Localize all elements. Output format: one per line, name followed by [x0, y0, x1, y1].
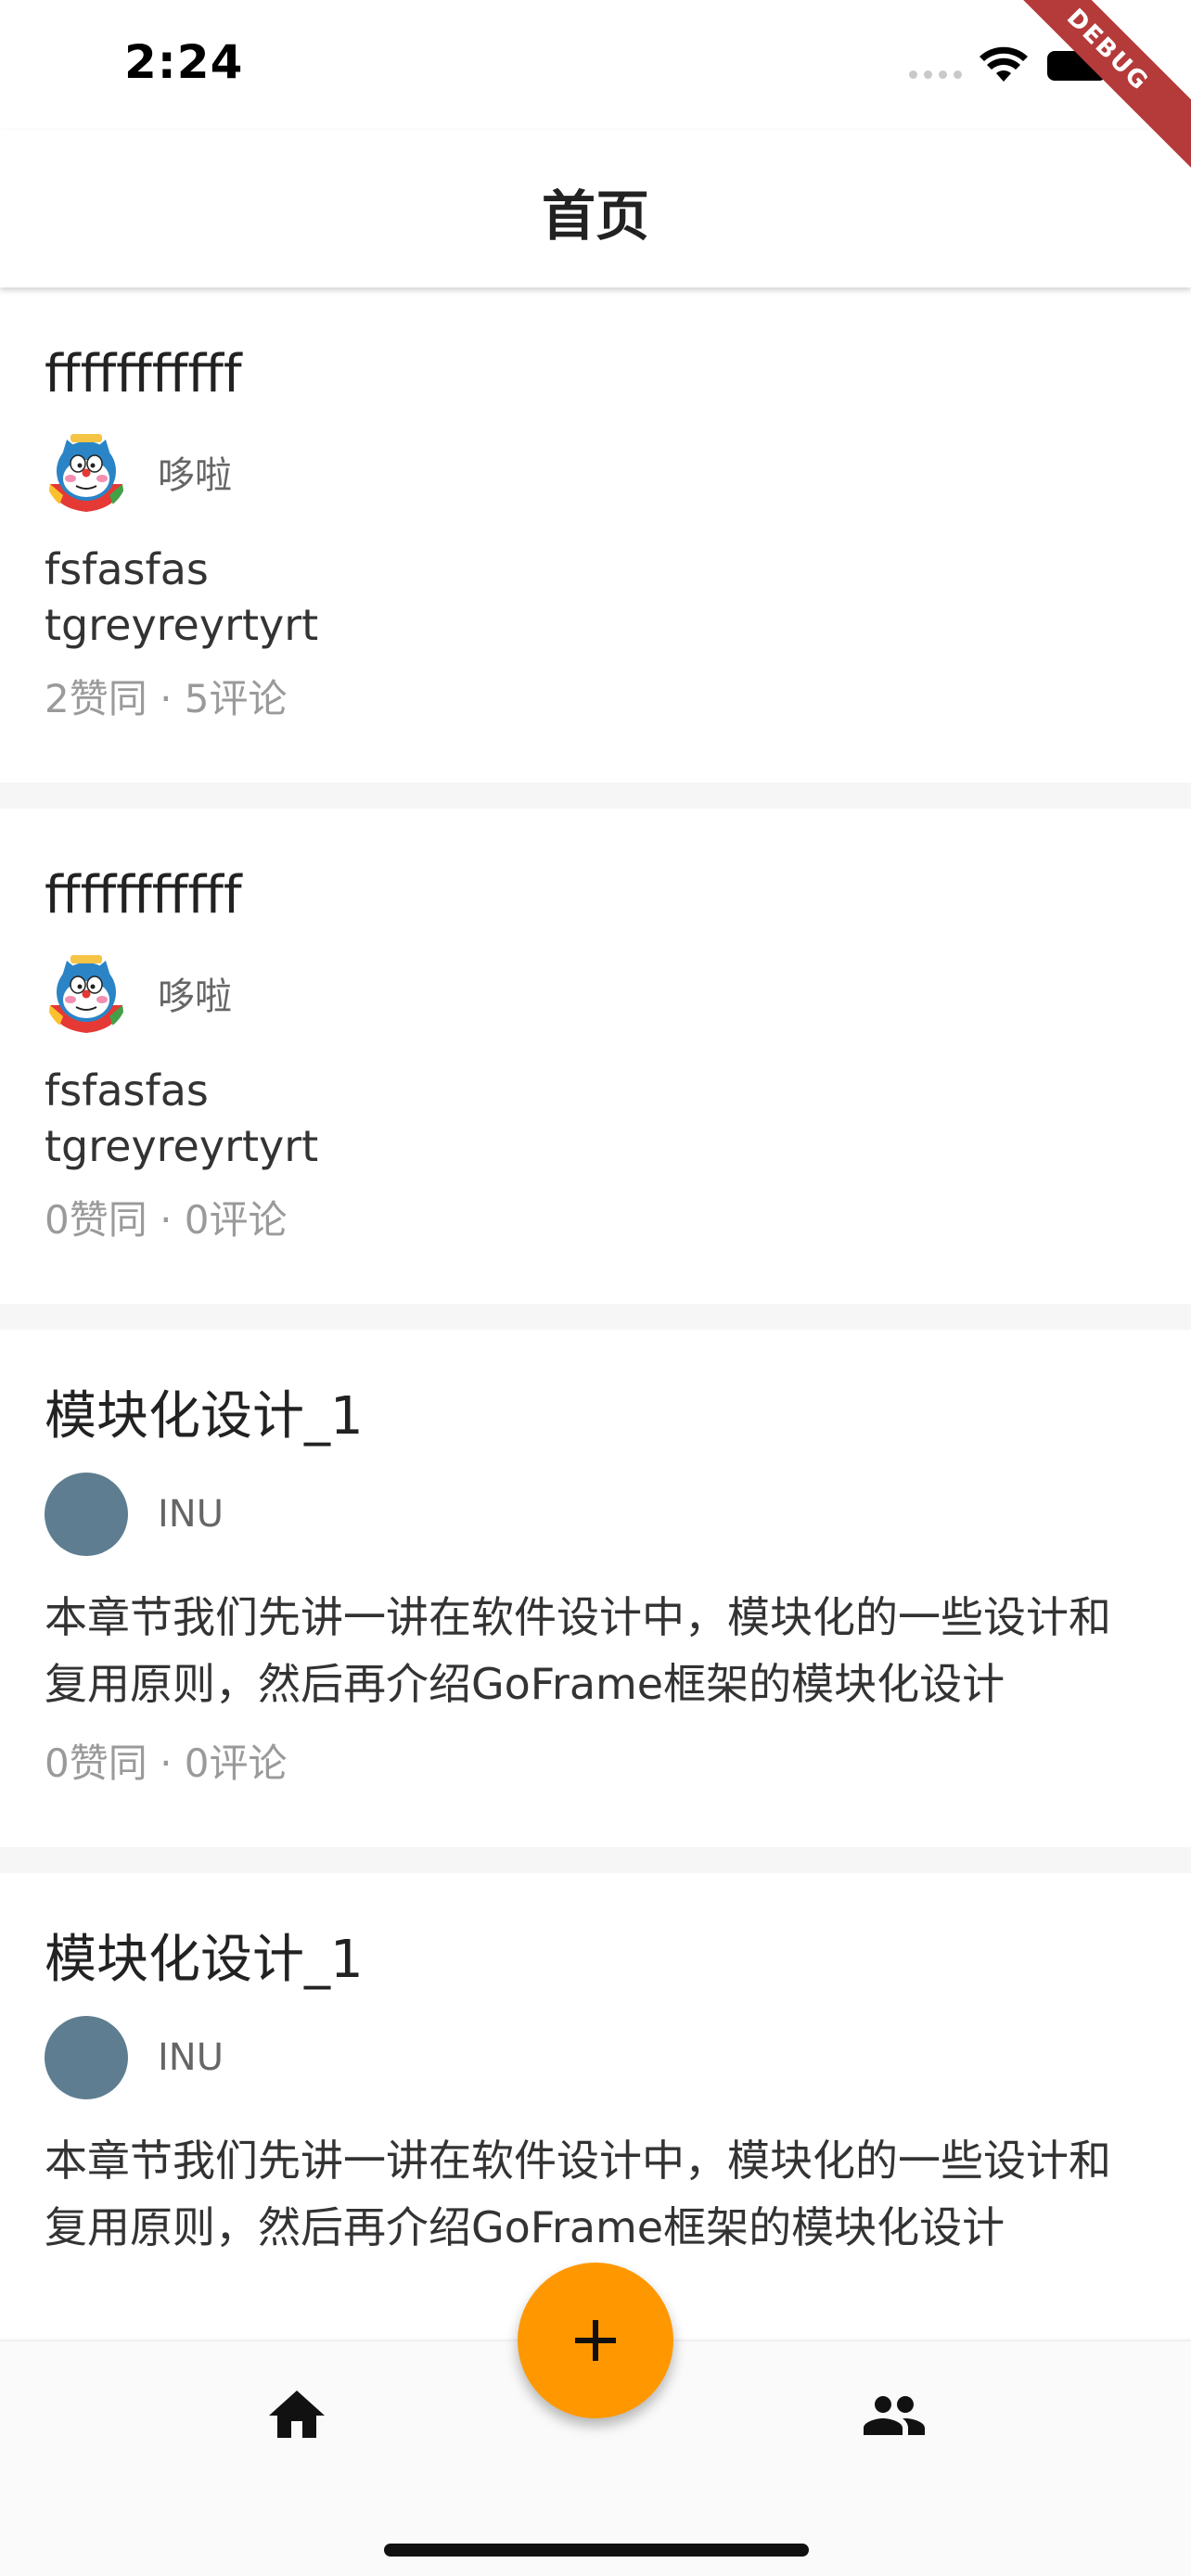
status-time: 2:24: [124, 35, 244, 89]
post-body: fsfasfas tgreyreyrtyrt: [45, 1063, 1146, 1174]
post-card[interactable]: fffffffffff: [0, 287, 1191, 783]
home-indicator: [384, 2544, 809, 2557]
post-body-line: fsfasfas: [45, 1065, 209, 1116]
people-icon[interactable]: [857, 2382, 931, 2449]
author-row[interactable]: INU: [45, 2016, 1146, 2099]
plain-avatar: [45, 1473, 128, 1556]
post-body: 本章节我们先讲一讲在软件设计中，模块化的一些设计和复用原则，然后再介绍GoFra…: [45, 1592, 1111, 1709]
post-title: 模块化设计_1: [45, 1930, 364, 1990]
author-row[interactable]: 哆啦: [45, 951, 1146, 1035]
author-row[interactable]: INU: [45, 1473, 1146, 1556]
post-stats: 0赞同 · 0评论: [45, 1197, 288, 1243]
wifi-icon: [980, 46, 1028, 82]
post-stats: 0赞同 · 0评论: [45, 1741, 288, 1786]
post-body: 本章节我们先讲一讲在软件设计中，模块化的一些设计和复用原则，然后再介绍GoFra…: [45, 2136, 1111, 2252]
doraemon-avatar: [45, 951, 128, 1035]
post-body-line: tgreyreyrtyrt: [45, 600, 319, 650]
author-row[interactable]: 哆啦: [45, 430, 1146, 514]
post-body: fsfasfas tgreyreyrtyrt: [45, 542, 1146, 653]
doraemon-avatar: [45, 430, 128, 514]
post-feed: fffffffffff 哆啦 fsfasfas tgreyreyrtyrt 2赞…: [0, 287, 1191, 2365]
plus-icon: [575, 2320, 616, 2361]
author-name: 哆啦: [158, 454, 232, 497]
author-name: INU: [158, 2036, 224, 2079]
home-icon[interactable]: [263, 2382, 330, 2449]
post-stats: 2赞同 · 5评论: [45, 676, 288, 721]
post-title: fffffffffff: [45, 344, 242, 404]
add-post-button[interactable]: [518, 2263, 673, 2418]
page-title: 首页: [541, 185, 649, 248]
post-card[interactable]: fffffffffff: [0, 809, 1191, 1304]
post-body-line: fsfasfas: [45, 544, 209, 594]
screen: 2:24 DEBUG 首页 fffffffffff 哆啦 fsfasfas tg…: [0, 0, 1191, 2576]
post-title: 模块化设计_1: [45, 1386, 364, 1447]
post-title: fffffffffff: [45, 865, 242, 925]
status-bar: 2:24 DEBUG: [0, 0, 1191, 185]
author-name: INU: [158, 1493, 224, 1536]
post-card[interactable]: 模块化设计_1 INU 本章节我们先讲一讲在软件设计中，模块化的一些设计和复用原…: [0, 1330, 1191, 1847]
plain-avatar: [45, 2016, 128, 2099]
author-name: 哆啦: [158, 976, 232, 1018]
signal-dots-icon: [909, 70, 962, 79]
post-body-line: tgreyreyrtyrt: [45, 1121, 319, 1171]
app-bar: 首页: [0, 130, 1191, 287]
